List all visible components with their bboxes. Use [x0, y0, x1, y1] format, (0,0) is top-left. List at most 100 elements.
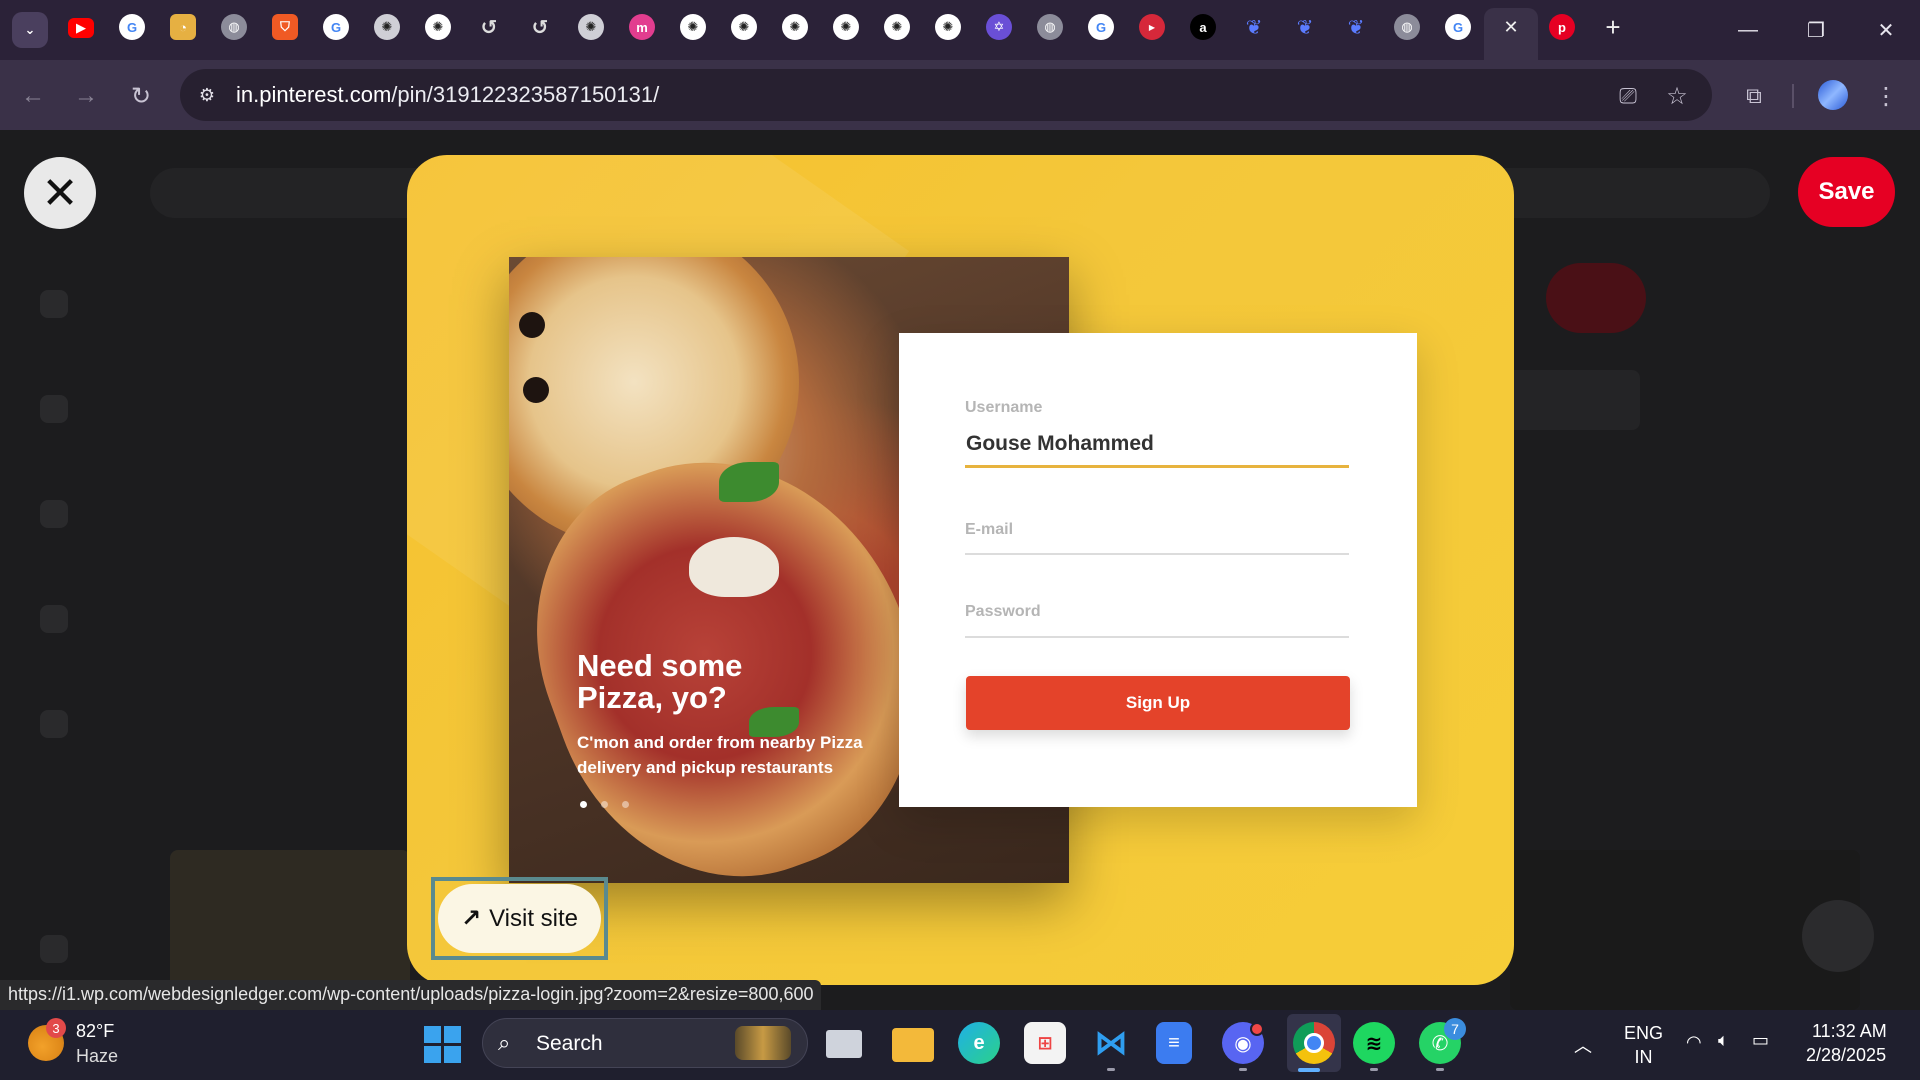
basil-leaf-image: [719, 462, 779, 502]
task-view-icon[interactable]: [826, 1030, 862, 1058]
file-explorer-icon[interactable]: [892, 1028, 934, 1062]
profile-avatar[interactable]: [1818, 80, 1848, 110]
spotify-icon[interactable]: ≋: [1353, 1022, 1395, 1064]
youtube-icon[interactable]: ▶: [68, 18, 94, 38]
olive-image: [519, 312, 545, 338]
ghost-save-button: [1546, 263, 1646, 333]
ghost-sidebar-icon: [40, 935, 68, 963]
email-underline: [965, 553, 1349, 555]
weather-description[interactable]: Haze: [76, 1046, 118, 1067]
clock-time[interactable]: 11:32 AM: [1812, 1021, 1887, 1042]
region-code: IN: [1634, 1047, 1653, 1067]
vscode-icon[interactable]: ⋈: [1090, 1022, 1132, 1064]
google-icon[interactable]: G: [323, 14, 349, 40]
language-indicator[interactable]: ENG IN: [1624, 1021, 1663, 1069]
install-app-icon[interactable]: ⎚: [1610, 78, 1646, 114]
username-label: Username: [965, 399, 1043, 416]
tab-search-icon[interactable]: ⌄: [12, 12, 48, 48]
chatgpt-icon[interactable]: ✺: [731, 14, 757, 40]
youtube-alt-icon[interactable]: ▶: [1139, 14, 1165, 40]
username-field: Gouse Mohammed: [966, 432, 1154, 455]
chatgpt-icon[interactable]: ✺: [884, 14, 910, 40]
lens-icon[interactable]: ◔: [170, 14, 196, 40]
olive-image: [523, 377, 549, 403]
running-indicator: [1436, 1068, 1444, 1071]
ghost-comment-box: [1500, 370, 1640, 430]
microsoft-store-icon[interactable]: ⊞: [1024, 1022, 1066, 1064]
brave-icon[interactable]: ⛉: [272, 14, 298, 40]
start-windows-icon[interactable]: [424, 1026, 462, 1064]
url-domain: in.pinterest.com: [236, 82, 392, 107]
tray-overflow-icon[interactable]: ︿: [1574, 1032, 1592, 1058]
google-icon[interactable]: G: [1445, 14, 1471, 40]
close-tab-icon[interactable]: ✕: [1498, 14, 1524, 40]
url-path: /pin/319122323587150131/: [391, 82, 660, 107]
chatgpt-icon[interactable]: ✺: [935, 14, 961, 40]
url-text[interactable]: in.pinterest.com/pin/319122323587150131/: [236, 82, 659, 108]
google-icon[interactable]: G: [1088, 14, 1114, 40]
globe-icon[interactable]: ◍: [1394, 14, 1420, 40]
pinterest-icon[interactable]: p: [1549, 14, 1575, 40]
star-app-icon[interactable]: ✡: [986, 14, 1012, 40]
restore-button[interactable]: ❐: [1792, 12, 1840, 48]
back-icon[interactable]: ←: [15, 78, 51, 114]
ghost-help-button: [1802, 900, 1874, 972]
globe-icon[interactable]: ◍: [1037, 14, 1063, 40]
windows-logo-square: [424, 1026, 441, 1043]
mushroom-image: [689, 537, 779, 597]
site-info-icon[interactable]: ⚙: [192, 80, 222, 110]
search-highlight-lanterns-icon: [735, 1026, 791, 1060]
close-pin-button[interactable]: ✕: [24, 157, 96, 229]
menu-kebab-icon[interactable]: ⋮: [1868, 78, 1904, 114]
minimize-button[interactable]: —: [1724, 12, 1772, 48]
running-indicator: [1107, 1068, 1115, 1071]
chatgpt-icon[interactable]: ✺: [680, 14, 706, 40]
reload-icon[interactable]: ↻: [123, 78, 159, 114]
password-underline: [965, 636, 1349, 638]
battery-icon[interactable]: ▭: [1752, 1030, 1769, 1051]
running-indicator: [1370, 1068, 1378, 1071]
deepseek-icon[interactable]: ❦: [1343, 14, 1369, 40]
ghost-sidebar-icon: [40, 605, 68, 633]
chatgpt-icon[interactable]: ✺: [425, 14, 451, 40]
chatgpt-icon[interactable]: ✺: [833, 14, 859, 40]
save-button[interactable]: Save: [1798, 157, 1895, 227]
weather-temperature[interactable]: 82°F: [76, 1021, 114, 1042]
globe-icon[interactable]: ◍: [221, 14, 247, 40]
history-icon[interactable]: ↺: [476, 14, 502, 40]
wifi-icon[interactable]: ◠: [1686, 1032, 1702, 1053]
ghost-sidebar-icon: [40, 290, 68, 318]
threads-icon[interactable]: a: [1190, 14, 1216, 40]
chatgpt-icon[interactable]: ✺: [782, 14, 808, 40]
chatgpt-icon[interactable]: ✺: [578, 14, 604, 40]
forward-icon[interactable]: →: [68, 78, 104, 114]
windows-logo-square: [444, 1026, 461, 1043]
edge-icon[interactable]: e: [958, 1022, 1000, 1064]
google-icon[interactable]: G: [119, 14, 145, 40]
meesho-icon[interactable]: m: [629, 14, 655, 40]
new-tab-icon[interactable]: +: [1600, 12, 1626, 42]
extensions-icon[interactable]: ⧉: [1736, 78, 1772, 114]
ghost-sidebar-icon: [40, 710, 68, 738]
close-window-button[interactable]: ✕: [1862, 12, 1910, 48]
external-link-icon: ↗: [460, 905, 482, 932]
deepseek-icon[interactable]: ❦: [1292, 14, 1318, 40]
visit-site-label: Visit site: [489, 904, 579, 932]
docs-icon[interactable]: ≡: [1156, 1022, 1192, 1064]
chatgpt-icon[interactable]: ✺: [374, 14, 400, 40]
deepseek-icon[interactable]: ❦: [1241, 14, 1267, 40]
carousel-dot: [601, 801, 608, 808]
visit-site-button[interactable]: ↗ Visit site: [438, 884, 601, 953]
carousel-dot: [622, 801, 629, 808]
running-indicator: [1239, 1068, 1247, 1071]
history-icon[interactable]: ↺: [527, 14, 553, 40]
windows-logo-square: [444, 1046, 461, 1063]
active-app-indicator: [1298, 1068, 1320, 1072]
clock-date[interactable]: 2/28/2025: [1806, 1045, 1886, 1066]
chrome-icon-center: [1304, 1033, 1324, 1053]
bookmark-star-icon[interactable]: ☆: [1659, 78, 1695, 114]
ghost-sidebar-icon: [40, 500, 68, 528]
signup-button-image: Sign Up: [966, 676, 1350, 730]
volume-icon[interactable]: 🔈︎: [1718, 1030, 1729, 1051]
language-code: ENG: [1624, 1023, 1664, 1043]
